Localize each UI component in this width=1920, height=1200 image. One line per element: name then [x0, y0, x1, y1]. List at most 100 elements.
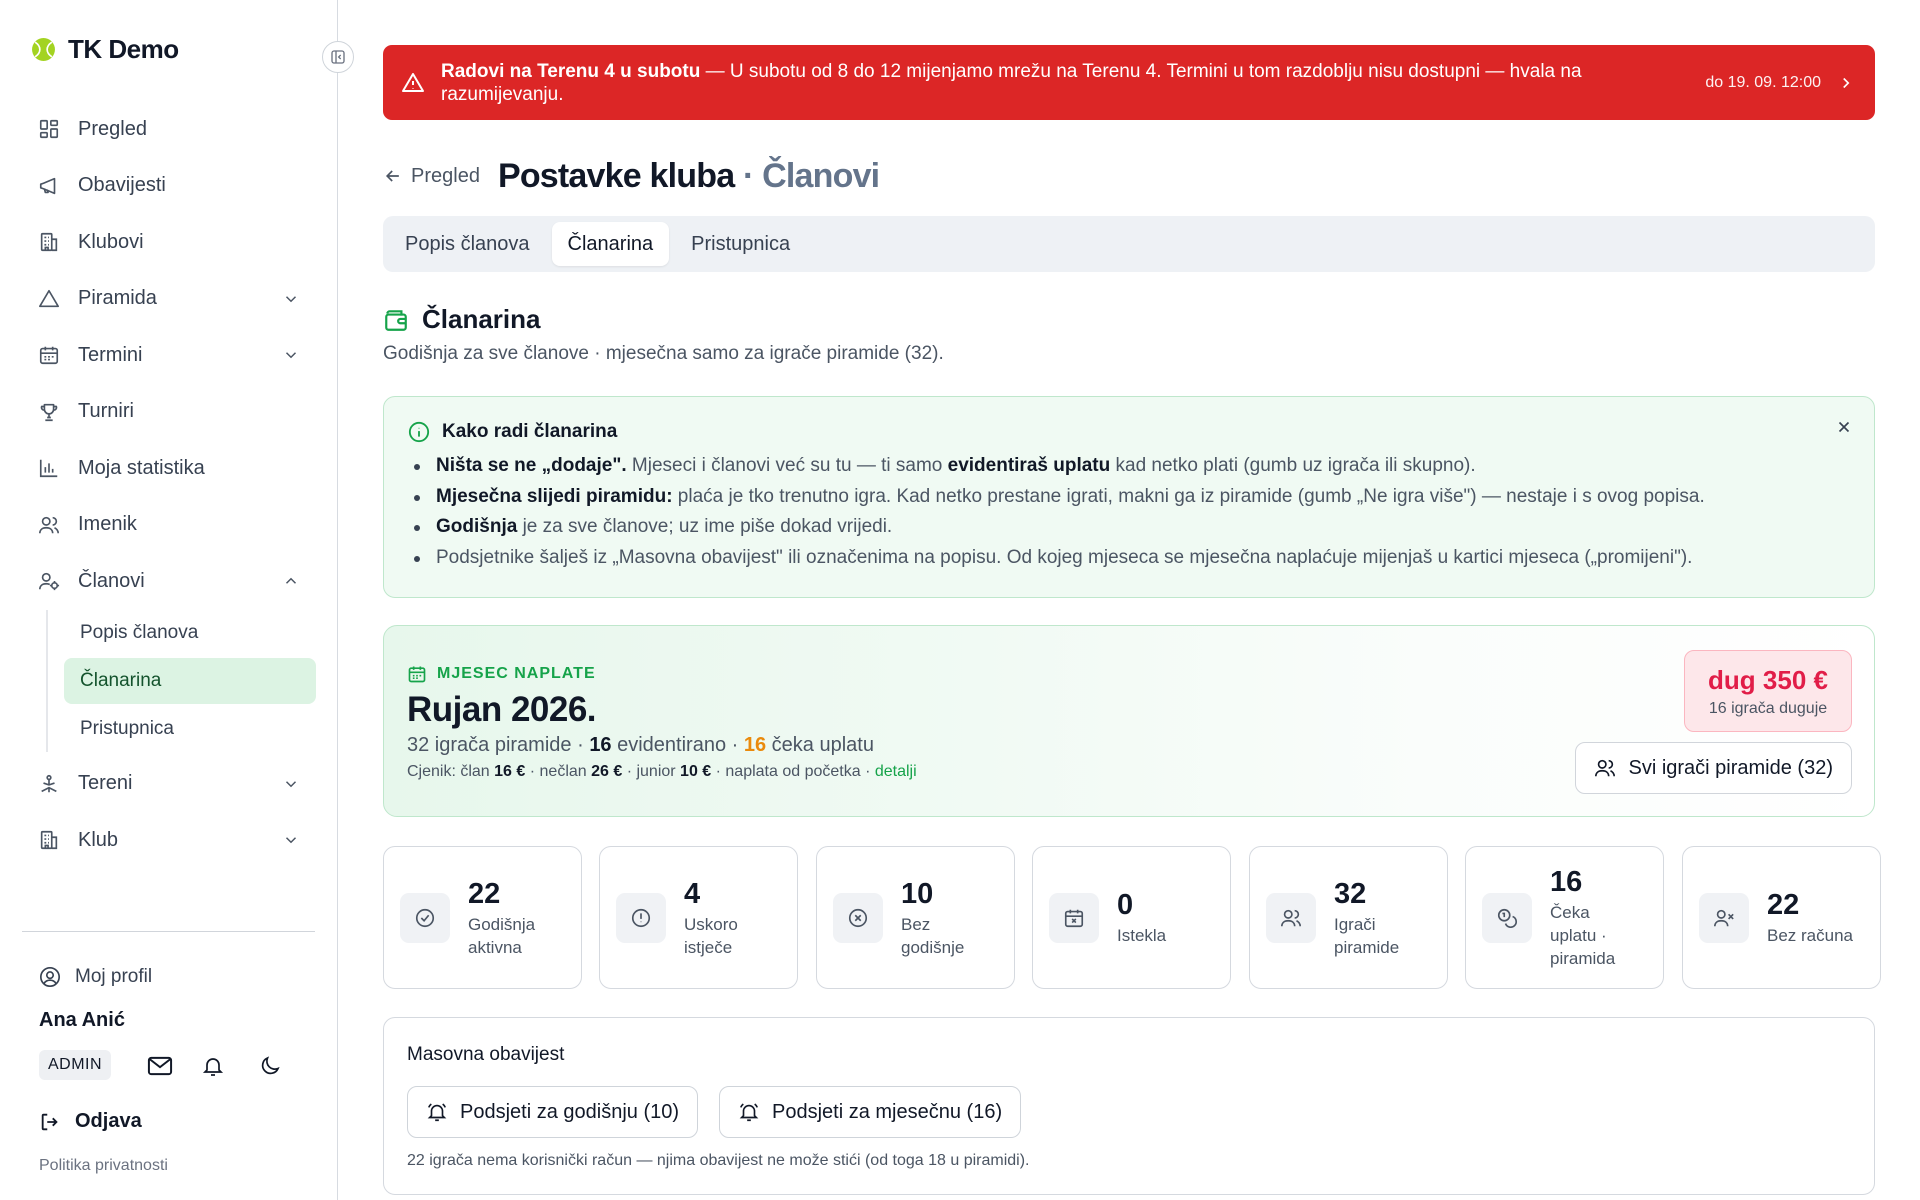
building-icon — [40, 232, 58, 252]
maintenance-alert[interactable]: Radovi na Terenu 4 u subotu — U subotu o… — [383, 45, 1875, 120]
bar-chart-icon — [39, 459, 58, 478]
sidebar-item-obavijesti[interactable]: Obavijesti — [22, 162, 316, 210]
my-profile-link[interactable]: Moj profil — [39, 966, 152, 988]
stat-body: 0 Istekla — [1117, 888, 1166, 947]
close-icon — [1838, 421, 1850, 433]
sidebar-subitem-pristupnica[interactable]: Pristupnica — [64, 706, 316, 752]
sidebar-item-pregled[interactable]: Pregled — [22, 105, 316, 153]
sidebar-subitem-popis-clanova[interactable]: Popis članova — [64, 610, 316, 656]
logout-button[interactable]: Odjava — [39, 1110, 142, 1133]
stat-value: 4 — [684, 877, 701, 910]
info-text: Podsjetnike šalješ iz „Masovna obavijest… — [436, 546, 1693, 568]
chevron-down-icon[interactable] — [282, 775, 300, 793]
info-text: je za sve članove; uz ime piše dokad vri… — [517, 516, 893, 537]
remind-annual-button[interactable]: Podsjeti za godišnju (10) — [407, 1086, 699, 1138]
stat-value: 16 — [1550, 866, 1583, 898]
tab-popis-clanova[interactable]: Popis članova — [389, 222, 546, 266]
trophy-icon — [40, 403, 58, 421]
stat-value: 22 — [1767, 889, 1800, 921]
chevron-down-icon[interactable] — [282, 831, 300, 849]
stat-body: 22 Godišnja aktivna — [468, 877, 558, 959]
chevron-up-icon[interactable] — [282, 572, 300, 590]
stat-icon-box — [400, 892, 450, 943]
stat-value: 10 — [901, 877, 934, 910]
sidebar-item-label: Moja statistika — [78, 456, 205, 479]
users-icon — [1281, 909, 1301, 926]
sidebar-item-label: Turniri — [78, 400, 134, 422]
info-item: Ništa se ne „dodaje". Mjeseci i članovi … — [408, 451, 1850, 482]
sidebar-collapse-button[interactable] — [322, 41, 354, 73]
calendar-x-icon — [1064, 909, 1084, 927]
info-text: plaća je tko trenutno igra. Kad netko pr… — [672, 485, 1705, 507]
stat-icon-box — [616, 892, 666, 943]
remind-monthly-button[interactable]: Podsjeti za mjesečnu (16) — [719, 1086, 1022, 1138]
stat-value: 32 — [1334, 877, 1367, 910]
sidebar-item-tereni[interactable]: Tereni — [22, 760, 316, 808]
sidebar-item-label: Termini — [78, 343, 143, 366]
tab-clanarina[interactable]: Članarina — [551, 222, 670, 266]
back-link-label: Pregled — [411, 164, 480, 187]
my-profile-label: Moj profil — [75, 966, 153, 987]
sidebar-item-clanovi[interactable]: Članovi — [22, 557, 316, 605]
recorded-count: 16 — [589, 734, 612, 756]
back-link[interactable]: Pregled — [383, 165, 480, 188]
details-link[interactable]: detalji — [875, 763, 917, 780]
mass-notification-title: Masovna obavijest — [407, 1044, 565, 1065]
stat-label: Igrači piramide — [1334, 914, 1400, 957]
sidebar-item-piramida[interactable]: Piramida — [22, 275, 316, 323]
messages-button[interactable] — [146, 1052, 174, 1080]
price-member: 16 € — [494, 763, 526, 780]
brand[interactable]: TK Demo — [31, 34, 179, 65]
chevron-down-icon[interactable] — [282, 290, 300, 308]
sidebar: TK Demo Pregled Obavijesti Klubovi Piram… — [0, 0, 338, 1200]
info-text: Mjeseci i članovi već su tu — ti samo — [626, 455, 948, 476]
month-players-text: 32 igrača piramide · — [407, 734, 590, 756]
sidebar-item-label: Članovi — [78, 569, 145, 592]
stat-card-awaiting-payment[interactable]: 16 Čeka uplatu · piramida — [1465, 846, 1664, 989]
info-text: kad netko plati (gumb uz igrača ili skup… — [1110, 455, 1476, 476]
stat-card-expiring-soon[interactable]: 4 Uskoro istječe — [599, 846, 798, 989]
sidebar-item-klubovi[interactable]: Klubovi — [22, 218, 316, 266]
stat-card-annual-active[interactable]: 22 Godišnja aktivna — [383, 846, 582, 989]
building-icon — [40, 830, 58, 850]
alert-circle-icon — [631, 908, 651, 927]
stat-card-pyramid-players[interactable]: 32 Igrači piramide — [1249, 846, 1448, 989]
page-title-sub: · Članovi — [734, 156, 880, 195]
tab-pristupnica[interactable]: Pristupnica — [675, 222, 806, 266]
wallet-icon — [385, 309, 407, 331]
stat-value: 22 — [468, 877, 501, 910]
sidebar-subitem-clanarina[interactable]: Članarina — [64, 657, 316, 704]
sidebar-item-imenik[interactable]: Imenik — [22, 501, 316, 549]
debt-subtext: 16 igrača duguje — [1708, 700, 1828, 717]
calendar-icon — [39, 346, 59, 365]
chevron-down-icon[interactable] — [282, 346, 300, 364]
user-name: Ana Anić — [39, 1009, 125, 1031]
sidebar-item-termini[interactable]: Termini — [22, 331, 316, 379]
price-suffix: · naplata od početka · — [711, 763, 875, 780]
debt-badge[interactable]: dug 350 € 16 igrača duguje — [1684, 650, 1852, 732]
sidebar-item-turniri[interactable]: Turniri — [22, 388, 316, 436]
close-info-button[interactable] — [1832, 415, 1856, 439]
stat-card-no-annual[interactable]: 10 Bez godišnje — [816, 846, 1015, 989]
sidebar-item-label: Klub — [78, 828, 119, 851]
info-item: Mjesečna slijedi piramidu: plaća je tko … — [408, 482, 1850, 513]
bell-icon — [202, 1058, 224, 1076]
mass-notification-note: 22 igrača nema korisnički račun — njima … — [407, 1152, 1030, 1169]
arrow-left-icon — [385, 170, 399, 182]
megaphone-icon — [39, 177, 56, 194]
info-box: Kako radi članarina Ništa se ne „dodaje"… — [383, 396, 1875, 598]
all-pyramid-players-button[interactable]: Svi igrači piramide (32) — [1575, 742, 1852, 794]
price-list: Cjenik: član 16 € · nečlan 26 € · junior… — [407, 763, 917, 781]
sidebar-item-moja-statistika[interactable]: Moja statistika — [22, 444, 316, 492]
stat-card-expired[interactable]: 0 Istekla — [1032, 846, 1231, 989]
bell-ring-icon — [427, 1103, 447, 1122]
theme-toggle-button[interactable] — [256, 1052, 284, 1080]
privacy-link[interactable]: Politika privatnosti — [39, 1157, 168, 1175]
stat-card-no-account[interactable]: 22 Bez računa — [1682, 846, 1881, 989]
stat-icon-box — [1482, 892, 1532, 943]
notifications-button[interactable] — [199, 1052, 227, 1080]
sidebar-item-label: Piramida — [78, 287, 157, 309]
sidebar-item-klub[interactable]: Klub — [22, 816, 316, 864]
moon-icon — [261, 1056, 280, 1075]
role-badge: ADMIN — [39, 1050, 112, 1080]
